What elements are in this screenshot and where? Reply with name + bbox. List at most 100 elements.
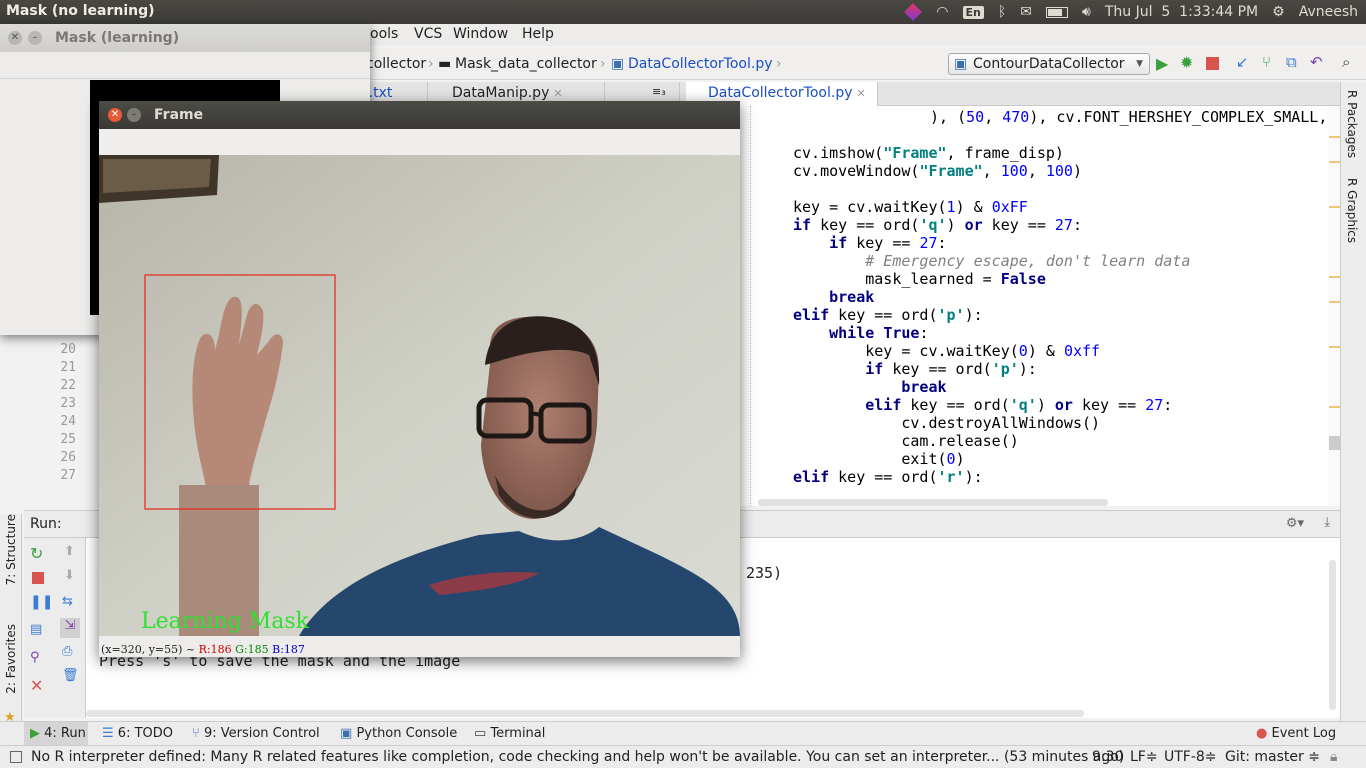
window-toolbar [99, 129, 740, 156]
warning-marker[interactable] [1329, 276, 1340, 278]
warning-marker[interactable] [1329, 301, 1340, 303]
top-panel: Mask (no learning) ◠ En ᛒ ✉ 🔊︎ Thu Jul 5… [0, 0, 1366, 24]
restore-layout-icon[interactable]: ▤ [30, 622, 42, 637]
pin-icon[interactable]: ⚲ [30, 650, 40, 665]
close-icon[interactable]: ✕ [8, 31, 22, 45]
console-hscroll[interactable] [86, 710, 1084, 717]
vcs-commit-icon[interactable]: ⑂ [1262, 53, 1278, 71]
python-config-icon: ▣ [954, 56, 968, 72]
tool-tab-label: 4: Run [44, 726, 86, 741]
close-icon[interactable]: ✕ [30, 676, 43, 695]
print-icon[interactable]: ⎙ [62, 644, 72, 659]
tab-label: DataCollectorTool.py [708, 85, 853, 101]
code-line: if key == 27: [829, 234, 947, 252]
arrow-down-icon[interactable]: ⬇ [64, 568, 75, 583]
trash-icon[interactable]: 🗑︎ [62, 668, 79, 683]
run-configuration-select[interactable]: ▣ ContourDataCollector ▼ [948, 53, 1150, 75]
favorites-tab[interactable]: 2: Favorites [4, 624, 18, 694]
vcs-compare-icon[interactable]: ⧉ [1286, 53, 1302, 71]
run-icon[interactable]: ▶ [1156, 54, 1172, 73]
breadcrumb-project[interactable]: collector [366, 56, 426, 72]
wifi-icon[interactable]: ◠ [936, 4, 948, 20]
r-packages-tab[interactable]: R Packages [1345, 90, 1359, 158]
soft-wrap-icon[interactable]: ⇆ [62, 594, 73, 609]
chevron-right-icon: › [600, 56, 606, 72]
app-indicator-icon[interactable] [904, 3, 923, 21]
tool-tab-run[interactable]: ▶ 4: Run [24, 722, 88, 746]
console-line: 235) [746, 564, 783, 582]
scroll-thumb[interactable] [1329, 436, 1340, 450]
window-titlebar[interactable]: ✕ – Frame [99, 101, 740, 129]
rerun-icon[interactable]: ↻ [30, 544, 43, 563]
horizontal-scrollbar[interactable] [758, 499, 1108, 506]
battery-icon[interactable] [1046, 6, 1068, 18]
status-message[interactable]: No R interpreter defined: Many R related… [31, 749, 1124, 765]
debug-icon[interactable]: ✹ [1180, 53, 1196, 72]
breadcrumb-file[interactable]: DataCollectorTool.py [628, 56, 772, 72]
minimize-icon[interactable]: – [28, 31, 42, 45]
breadcrumb-folder[interactable]: Mask_data_collector [455, 56, 597, 72]
tool-windows-toggle-icon[interactable] [10, 751, 22, 763]
scroll-to-end-icon[interactable]: ⇲ [60, 618, 80, 638]
user-name[interactable]: Avneesh [1299, 4, 1358, 20]
tool-tab-terminal[interactable]: ▭ Terminal [474, 726, 545, 741]
stop-icon[interactable] [1206, 57, 1219, 70]
overlay-text: Learning Mask [141, 609, 310, 634]
r-graphics-tab[interactable]: R Graphics [1345, 178, 1359, 243]
hide-panel-icon[interactable]: ⤓ [1324, 515, 1330, 530]
warning-marker[interactable] [1329, 346, 1340, 348]
lock-icon[interactable]: 🔒︎ [1330, 749, 1337, 765]
close-icon[interactable]: ✕ [553, 87, 562, 100]
line-number: 27 [60, 468, 76, 483]
tool-tab-event-log[interactable]: ● Event Log [1256, 726, 1336, 741]
console-vscroll[interactable] [1329, 560, 1336, 710]
code-line: cam.release() [793, 432, 1019, 450]
clock[interactable]: Thu Jul 5 1:33:44 PM [1105, 4, 1258, 20]
bluetooth-icon[interactable]: ᛒ [998, 4, 1006, 20]
chevron-right-icon: › [776, 56, 782, 72]
warning-marker[interactable] [1329, 136, 1340, 138]
menu-vcs[interactable]: VCS [414, 26, 442, 42]
code-line: cv.moveWindow("Frame", 100, 100) [793, 162, 1082, 180]
mail-icon[interactable]: ✉ [1020, 4, 1032, 20]
frame-window[interactable]: ✕ – Frame Learning Mask (x=320, y=55) ~ … [99, 101, 740, 657]
volume-icon[interactable]: 🔊︎ [1082, 4, 1091, 20]
code-line: ), (50, 470), cv.FONT_HERSHEY_COMPLEX_SM… [930, 108, 1337, 126]
keyboard-layout-badge[interactable]: En [962, 5, 984, 19]
close-icon[interactable]: ✕ [856, 87, 865, 100]
vcs-update-icon[interactable]: ↙ [1236, 53, 1252, 71]
tool-tab-python-console[interactable]: ▣ Python Console [340, 726, 457, 741]
menu-window[interactable]: Window [453, 26, 508, 42]
structure-tab[interactable]: 7: Structure [4, 514, 18, 585]
caret-position[interactable]: 9:30 [1092, 749, 1123, 765]
close-icon[interactable]: ✕ [108, 108, 122, 122]
pause-icon[interactable]: ❚❚ [30, 594, 53, 610]
warning-marker[interactable] [1329, 406, 1340, 408]
tool-tab-todo[interactable]: ☰ 6: TODO [102, 726, 173, 741]
git-branch[interactable]: Git: master ≑ [1225, 749, 1320, 765]
tool-tab-label: Event Log [1271, 726, 1337, 741]
window-titlebar[interactable]: ✕ – Mask (learning) [0, 24, 370, 52]
file-encoding[interactable]: UTF-8≑ [1164, 749, 1217, 765]
session-gear-icon[interactable]: ⚙ [1272, 4, 1285, 20]
arrow-up-icon[interactable]: ⬆ [64, 544, 75, 559]
menu-tools[interactable]: ools [370, 26, 398, 42]
gear-icon[interactable]: ⚙▾ [1286, 516, 1304, 531]
code-line: key = cv.waitKey(0) & 0xff [793, 342, 1101, 360]
revert-icon[interactable]: ↶ [1310, 53, 1326, 71]
search-icon[interactable]: ⌕ [1342, 53, 1358, 71]
window-title: Mask (learning) [55, 30, 180, 46]
warning-marker[interactable] [1329, 206, 1340, 208]
code-editor[interactable]: ), (50, 470), cv.FONT_HERSHEY_COMPLEX_SM… [740, 106, 1340, 506]
menu-help[interactable]: Help [522, 26, 554, 42]
tool-tab-label: Python Console [356, 726, 458, 741]
code-line: mask_learned = False [793, 270, 1046, 288]
minimize-icon[interactable]: – [127, 108, 141, 122]
webcam-frame[interactable]: Learning Mask [99, 155, 740, 636]
pixel-info-status: (x=320, y=55) ~ R:186 G:185 B:187 [99, 636, 740, 657]
line-separator[interactable]: LF≑ [1130, 749, 1158, 765]
warning-marker[interactable] [1329, 161, 1340, 163]
event-log-icon: ● [1256, 726, 1268, 741]
tool-tab-version-control[interactable]: ⑂ 9: Version Control [192, 726, 320, 741]
stop-icon[interactable] [32, 572, 44, 584]
